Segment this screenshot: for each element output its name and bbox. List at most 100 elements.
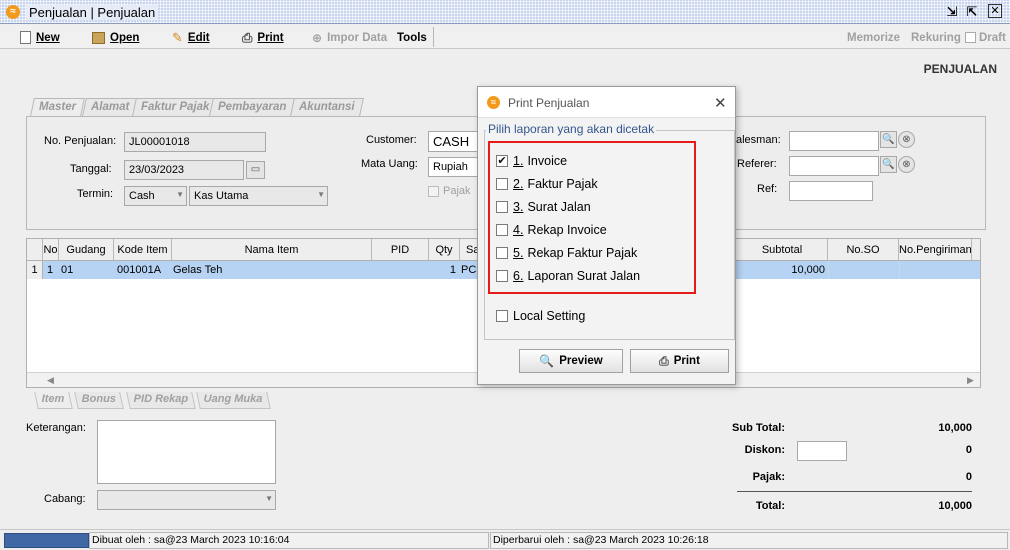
chevron-down-icon: ▼ <box>176 190 184 199</box>
close-icon[interactable]: ✕ <box>988 4 1002 18</box>
scroll-left-icon[interactable]: ◀ <box>47 375 54 386</box>
window-title: Penjualan | Penjualan <box>26 5 159 20</box>
cell-no: 1 <box>47 264 54 276</box>
col-header-no-so[interactable]: No.SO <box>828 239 899 261</box>
col-header-gudang[interactable]: Gudang <box>59 239 114 261</box>
no-penjualan-field[interactable]: JL00001018 <box>124 132 266 152</box>
checkbox-icon <box>496 309 508 322</box>
tab-pid-rekap[interactable]: PID Rekap <box>126 392 197 409</box>
dialog-title: Print Penjualan <box>508 96 590 110</box>
cell-no-so <box>828 261 899 279</box>
cell-qty: 1 <box>449 264 456 276</box>
option-rekap-invoice[interactable]: 4. Rekap Invoice <box>496 221 607 238</box>
option-faktur-pajak[interactable]: 2. Faktur Pajak <box>496 175 598 192</box>
chevron-down-icon: ▼ <box>317 190 325 199</box>
app-logo-icon: ≈ <box>487 96 500 109</box>
ref-field[interactable] <box>789 181 873 201</box>
mata-uang-select[interactable]: Rupiah <box>428 157 478 177</box>
col-header-no[interactable]: No <box>43 239 59 261</box>
dialog-print-button[interactable]: ⎙ Print <box>630 349 729 373</box>
local-setting-checkbox[interactable]: Local Setting <box>496 307 585 324</box>
new-document-icon <box>20 31 31 44</box>
tab-pembayaran[interactable]: Pembayaran <box>209 98 296 116</box>
sub-total-label: Sub Total: <box>732 422 785 434</box>
option-rekap-faktur-pajak[interactable]: 5. Rekap Faktur Pajak <box>496 244 637 261</box>
cell-no-pengiriman <box>899 261 972 279</box>
checkbox-icon <box>428 185 439 197</box>
total-label: Total: <box>755 500 785 512</box>
tab-master[interactable]: Master <box>30 98 85 116</box>
restore-icon[interactable]: ⇲ <box>944 4 960 20</box>
col-header-subtotal[interactable]: Subtotal <box>737 239 828 261</box>
termin-label: Termin: <box>77 188 114 200</box>
corner-cell <box>27 239 43 261</box>
option-invoice[interactable]: ✔ 1. Invoice <box>496 152 567 169</box>
edit-pencil-icon: ✎ <box>172 29 183 45</box>
draft-checkbox[interactable]: Draft <box>965 29 1006 46</box>
open-button[interactable]: Open <box>92 29 139 46</box>
clear-icon[interactable]: ⊗ <box>898 156 915 173</box>
checkbox-icon <box>496 200 508 213</box>
tab-alamat[interactable]: Alamat <box>82 98 139 116</box>
printer-icon: ⎙ <box>242 29 253 45</box>
pajak-summary-label: Pajak: <box>752 471 785 483</box>
print-penjualan-dialog: ≈ Print Penjualan ✕ Pilih laporan yang a… <box>477 86 736 385</box>
ref-label: Ref: <box>757 183 778 195</box>
tab-item[interactable]: Item <box>34 392 73 409</box>
checkbox-icon <box>965 32 976 43</box>
cabang-select[interactable]: ▼ <box>97 490 276 510</box>
checkbox-icon <box>496 177 508 190</box>
toolbar: New Open ✎ Edit ⎙ Print ⊕ Impor Data Too… <box>0 25 1010 49</box>
col-header-kode-item[interactable]: Kode Item <box>114 239 172 261</box>
search-icon[interactable]: 🔍 <box>880 156 897 173</box>
search-icon[interactable]: 🔍 <box>880 131 897 148</box>
toolbar-divider <box>433 27 434 47</box>
close-icon[interactable]: ✕ <box>714 94 727 112</box>
calendar-icon[interactable]: ▭ <box>246 161 265 179</box>
tab-bonus[interactable]: Bonus <box>74 392 125 409</box>
scroll-right-icon[interactable]: ▶ <box>967 375 974 386</box>
kas-select[interactable]: Kas Utama ▼ <box>189 186 328 206</box>
cell-pid <box>372 261 429 279</box>
col-header-no-pengiriman[interactable]: No.Pengiriman <box>899 239 972 261</box>
diskon-label: Diskon: <box>744 444 785 456</box>
pajak-checkbox[interactable]: Pajak <box>428 185 471 197</box>
row-header[interactable]: 1 <box>27 261 43 279</box>
customer-field[interactable]: CASH <box>428 131 478 152</box>
option-laporan-surat-jalan[interactable]: 6. Laporan Surat Jalan <box>496 267 640 284</box>
col-header-qty[interactable]: Qty <box>429 239 460 261</box>
keterangan-label: Keterangan: <box>26 422 86 434</box>
new-button[interactable]: New <box>20 29 60 46</box>
tab-uang-muka[interactable]: Uang Muka <box>196 392 271 409</box>
col-header-pid[interactable]: PID <box>372 239 429 261</box>
salesman-field[interactable] <box>789 131 879 151</box>
mata-uang-label: Mata Uang: <box>361 158 418 170</box>
clear-icon[interactable]: ⊗ <box>898 131 915 148</box>
col-header-nama-item[interactable]: Nama Item <box>172 239 372 261</box>
open-folder-icon <box>92 31 105 44</box>
status-progress-bar <box>4 533 89 548</box>
termin-select[interactable]: Cash ▼ <box>124 186 187 206</box>
tab-faktur-pajak[interactable]: Faktur Pajak <box>132 98 219 116</box>
diskon-input[interactable] <box>797 441 847 461</box>
referer-field[interactable] <box>789 156 879 176</box>
preview-button[interactable]: 🔍 Preview <box>519 349 623 373</box>
print-button[interactable]: ⎙ Print <box>242 29 284 46</box>
impor-data-button[interactable]: ⊕ Impor Data <box>312 29 387 46</box>
edit-button[interactable]: ✎ Edit <box>172 29 210 46</box>
preview-icon: 🔍 <box>539 354 555 368</box>
cell-kode-item: 001001A <box>117 264 162 276</box>
memorize-button[interactable]: Memorize <box>847 29 900 46</box>
pajak-summary-value: 0 <box>965 471 972 483</box>
rekuring-button[interactable]: Rekuring <box>911 29 961 46</box>
cabang-label: Cabang: <box>44 493 86 505</box>
option-surat-jalan[interactable]: 3. Surat Jalan <box>496 198 591 215</box>
page-heading: PENJUALAN <box>923 62 997 76</box>
tab-akuntansi[interactable]: Akuntansi <box>290 98 364 116</box>
tools-button[interactable]: Tools <box>397 29 427 46</box>
app-logo-icon: ≈ <box>6 5 20 19</box>
no-penjualan-label: No. Penjualan: <box>44 135 117 147</box>
maximize-icon[interactable]: ⇱ <box>964 4 980 20</box>
tanggal-field[interactable]: 23/03/2023 <box>124 160 244 180</box>
keterangan-textarea[interactable] <box>97 420 276 484</box>
